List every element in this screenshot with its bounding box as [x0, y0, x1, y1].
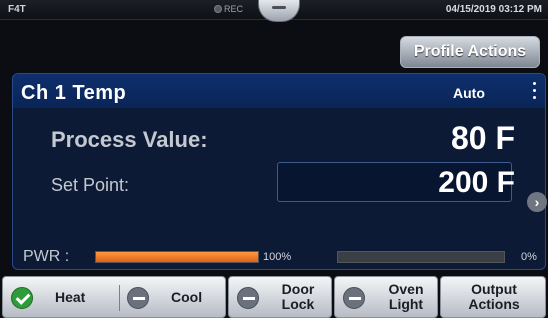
control-mode[interactable]: Auto	[453, 85, 485, 101]
record-icon	[214, 5, 222, 13]
set-point-label: Set Point:	[51, 175, 130, 195]
profile-actions-button[interactable]: Profile Actions	[400, 36, 540, 68]
cool-label[interactable]: Cool	[171, 290, 202, 305]
chevron-right-icon[interactable]: ›	[527, 192, 547, 212]
door-lock-button[interactable]: Door Lock	[228, 276, 332, 318]
minus-icon[interactable]	[127, 287, 149, 309]
heat-power-percent: 100%	[263, 251, 292, 263]
heat-power-fill	[96, 252, 258, 262]
channel-title: Ch 1 Temp	[21, 82, 127, 104]
channel-panel: Ch 1 Temp Auto Process Value: 80 F Set P…	[12, 73, 547, 270]
heat-cool-group: Heat Cool	[2, 276, 226, 318]
power-label: PWR :	[23, 248, 70, 265]
oven-light-label: Oven Light	[388, 281, 424, 312]
heat-power-bar	[95, 251, 259, 263]
process-value-label: Process Value:	[51, 127, 208, 152]
output-actions-button[interactable]: Output Actions	[440, 276, 546, 318]
rec-indicator: REC	[214, 4, 243, 14]
device-name: F4T	[8, 4, 26, 15]
cool-power-bar	[337, 251, 505, 263]
bottom-action-bar: Heat Cool Door Lock Oven Light Output Ac…	[0, 276, 548, 318]
heat-label[interactable]: Heat	[55, 290, 85, 305]
channel-header: Ch 1 Temp Auto	[13, 74, 545, 108]
output-actions-label: Output Actions	[468, 281, 520, 312]
pull-down-tab[interactable]	[258, 0, 300, 22]
oven-light-button[interactable]: Oven Light	[334, 276, 438, 318]
check-icon[interactable]	[11, 287, 33, 309]
door-lock-label: Door Lock	[281, 281, 315, 312]
minus-icon	[237, 287, 259, 309]
divider	[119, 285, 120, 311]
datetime: 04/15/2019 03:12 PM	[445, 4, 542, 15]
process-value: 80 F	[450, 120, 515, 156]
minus-icon	[343, 287, 365, 309]
set-point-value[interactable]: 200 F	[438, 166, 515, 200]
rec-label: REC	[224, 4, 244, 14]
cool-power-percent: 0%	[521, 251, 537, 263]
status-bar: F4T REC 04/15/2019 03:12 PM	[0, 0, 548, 22]
grip-icon	[272, 6, 286, 9]
more-options-icon[interactable]	[533, 82, 537, 100]
